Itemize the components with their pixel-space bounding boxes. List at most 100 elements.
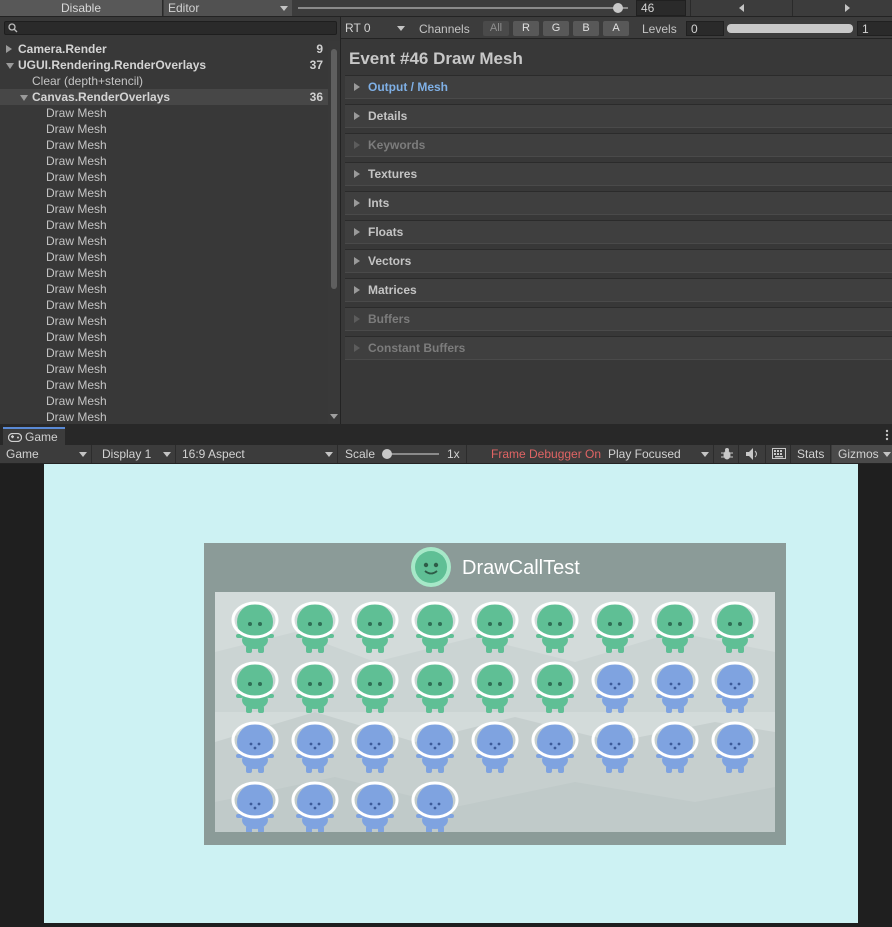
- channel-g-button[interactable]: G: [543, 21, 569, 36]
- event-row-draw-mesh[interactable]: Draw Mesh: [0, 377, 328, 393]
- event-row-draw-mesh[interactable]: Draw Mesh: [0, 105, 328, 121]
- event-row-draw-mesh[interactable]: Draw Mesh: [0, 169, 328, 185]
- event-row[interactable]: UGUI.Rendering.RenderOverlays 37: [0, 57, 328, 73]
- event-row-draw-mesh[interactable]: Draw Mesh: [0, 297, 328, 313]
- search-field[interactable]: [4, 21, 337, 35]
- event-row-draw-mesh[interactable]: Draw Mesh: [0, 185, 328, 201]
- event-row-draw-mesh[interactable]: Draw Mesh: [0, 281, 328, 297]
- event-row-draw-mesh[interactable]: Draw Mesh: [0, 393, 328, 409]
- section-floats[interactable]: Floats: [345, 220, 892, 244]
- section-label: Textures: [368, 167, 418, 181]
- expand-down-icon[interactable]: [6, 63, 14, 69]
- event-slider-handle[interactable]: [613, 3, 624, 13]
- section-matrices[interactable]: Matrices: [345, 278, 892, 302]
- expand-down-icon[interactable]: [20, 95, 28, 101]
- smiley-avatar-icon: [411, 547, 451, 587]
- event-label: Draw Mesh: [46, 314, 107, 328]
- section-textures[interactable]: Textures: [345, 162, 892, 186]
- keyboard-shortcuts-button[interactable]: [767, 445, 791, 463]
- green-character: [651, 601, 699, 653]
- bug-button[interactable]: [715, 445, 739, 463]
- scrollbar-thumb[interactable]: [331, 49, 337, 289]
- bug-icon: [721, 448, 733, 460]
- event-row[interactable]: Clear (depth+stencil): [0, 73, 328, 89]
- event-row-draw-mesh[interactable]: Draw Mesh: [0, 361, 328, 377]
- render-target-dropdown[interactable]: RT 0: [341, 19, 409, 37]
- frame-debugger-status-label: Frame Debugger On: [491, 447, 602, 461]
- expand-right-icon[interactable]: [6, 45, 12, 53]
- stats-button[interactable]: Stats: [791, 445, 831, 463]
- display-dropdown[interactable]: Display 1: [96, 445, 176, 463]
- target-dropdown[interactable]: Editor: [164, 0, 292, 16]
- scroll-down-icon[interactable]: [330, 414, 338, 420]
- event-row-draw-mesh[interactable]: Draw Mesh: [0, 409, 328, 424]
- expand-right-icon: [354, 83, 360, 91]
- event-count: 9: [316, 42, 323, 56]
- scale-slider-handle[interactable]: [382, 449, 392, 459]
- next-event-button[interactable]: [792, 0, 892, 16]
- tab-game[interactable]: Game: [3, 427, 65, 445]
- expand-right-icon: [354, 199, 360, 207]
- channel-b-button[interactable]: B: [573, 21, 599, 36]
- blue-character: [411, 721, 459, 773]
- section-label: Keywords: [368, 138, 426, 152]
- game-viewport[interactable]: DrawCallTest: [0, 464, 892, 927]
- event-row-draw-mesh[interactable]: Draw Mesh: [0, 329, 328, 345]
- channel-all-button[interactable]: All: [483, 21, 509, 36]
- event-row-draw-mesh[interactable]: Draw Mesh: [0, 265, 328, 281]
- more-vertical-icon[interactable]: [885, 429, 889, 441]
- blue-character: [351, 781, 399, 832]
- event-row-draw-mesh[interactable]: Draw Mesh: [0, 249, 328, 265]
- disable-button[interactable]: Disable: [0, 0, 163, 16]
- event-row-draw-mesh[interactable]: Draw Mesh: [0, 313, 328, 329]
- chevron-down-icon: [397, 26, 405, 31]
- render-target-toolbar: RT 0 Channels All R G B A Levels 0 1: [341, 17, 892, 39]
- green-character: [531, 601, 579, 653]
- gizmos-dropdown[interactable]: Gizmos: [832, 445, 892, 463]
- levels-max-field[interactable]: 1: [857, 21, 892, 36]
- play-mode-dropdown[interactable]: Play Focused: [602, 445, 714, 463]
- blue-character: [711, 661, 759, 713]
- aspect-dropdown[interactable]: 16:9 Aspect: [176, 445, 338, 463]
- channel-r-button[interactable]: R: [513, 21, 539, 36]
- event-label: Draw Mesh: [46, 298, 107, 312]
- hierarchy-scrollbar[interactable]: [328, 41, 340, 424]
- scale-control: Scale 1x: [339, 445, 467, 463]
- section-label: Floats: [368, 225, 404, 239]
- event-row-draw-mesh[interactable]: Draw Mesh: [0, 201, 328, 217]
- green-character: [711, 601, 759, 653]
- event-row[interactable]: Canvas.RenderOverlays 36: [0, 89, 328, 105]
- event-index-field[interactable]: 46: [636, 0, 686, 16]
- event-row-draw-mesh[interactable]: Draw Mesh: [0, 233, 328, 249]
- levels-range-slider[interactable]: [727, 24, 853, 33]
- event-label: Draw Mesh: [46, 282, 107, 296]
- game-mode-dropdown[interactable]: Game: [0, 445, 92, 463]
- display-label: Display 1: [102, 447, 152, 461]
- event-row-draw-mesh[interactable]: Draw Mesh: [0, 153, 328, 169]
- event-row-draw-mesh[interactable]: Draw Mesh: [0, 137, 328, 153]
- previous-event-button[interactable]: [690, 0, 791, 16]
- event-row[interactable]: Camera.Render 9: [0, 41, 328, 57]
- render-target-label: RT 0: [345, 21, 371, 35]
- section-vectors[interactable]: Vectors: [345, 249, 892, 273]
- frame-debugger-toolbar: Disable Editor 46: [0, 0, 892, 17]
- green-character: [351, 601, 399, 653]
- section-details[interactable]: Details: [345, 104, 892, 128]
- channel-a-button[interactable]: A: [603, 21, 629, 36]
- expand-right-icon: [354, 141, 360, 149]
- event-row-draw-mesh[interactable]: Draw Mesh: [0, 345, 328, 361]
- event-label: Draw Mesh: [46, 154, 107, 168]
- drawcall-panel: DrawCallTest: [204, 543, 786, 845]
- levels-min-field[interactable]: 0: [686, 21, 724, 36]
- mute-audio-button[interactable]: [740, 445, 766, 463]
- section-ints[interactable]: Ints: [345, 191, 892, 215]
- section-label: Details: [368, 109, 408, 123]
- blue-character: [411, 781, 459, 832]
- blue-character: [291, 781, 339, 832]
- event-slider[interactable]: [298, 7, 628, 9]
- event-row-draw-mesh[interactable]: Draw Mesh: [0, 217, 328, 233]
- event-row-draw-mesh[interactable]: Draw Mesh: [0, 121, 328, 137]
- section-output-mesh[interactable]: Output / Mesh: [345, 75, 892, 99]
- speaker-icon: [746, 448, 757, 460]
- target-dropdown-label: Editor: [168, 1, 200, 15]
